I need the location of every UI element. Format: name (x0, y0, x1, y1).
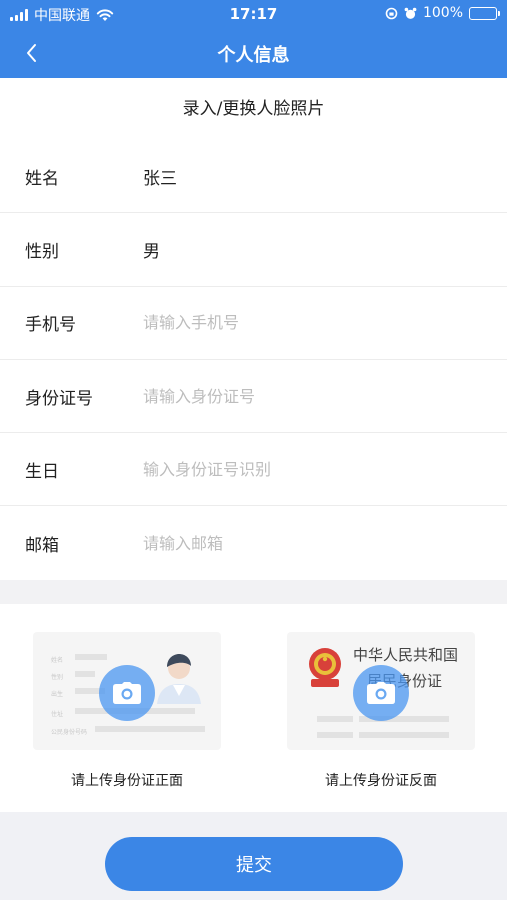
birthday-row: 生日 (0, 433, 507, 507)
front-field-label: 性别 (51, 674, 64, 681)
gender-label: 性别 (25, 241, 59, 262)
placeholder-line (317, 716, 353, 722)
phone-label: 手机号 (25, 315, 76, 336)
email-label: 邮箱 (25, 535, 59, 556)
phone-row: 手机号 (0, 287, 507, 360)
id-upload-section: 姓名 性别 出生 住址 公民身份号码 请上传身份证正面 中华人民共和国 请上传身… (0, 604, 507, 812)
status-bar: 中国联通 17:17 100% (0, 0, 507, 28)
name-value[interactable]: 张三 (143, 164, 177, 189)
email-row: 邮箱 (0, 506, 507, 579)
front-field-label: 出生 (51, 691, 64, 698)
id-number-label: 身份证号 (25, 388, 93, 409)
camera-button-back[interactable] (353, 665, 409, 721)
battery-percent: 100% (422, 5, 463, 21)
placeholder-line (95, 726, 205, 732)
submit-area: 提交 (0, 812, 507, 900)
national-emblem-icon (309, 648, 341, 687)
placeholder-line (75, 654, 107, 660)
status-right: 100% (385, 5, 500, 21)
personal-info-form: 姓名 张三 性别 男 手机号 身份证号 生日 邮箱 (0, 140, 507, 580)
name-row: 姓名 张三 (0, 140, 507, 214)
front-field-label: 公民身份号码 (51, 729, 88, 736)
id-card-back-upload[interactable]: 中华人民共和国 居民身份证 (287, 632, 475, 750)
camera-button-front[interactable] (99, 665, 155, 721)
placeholder-line (317, 732, 353, 738)
phone-input[interactable] (143, 313, 463, 333)
id-front-caption: 请上传身份证正面 (71, 773, 183, 789)
id-back-caption: 请上传身份证反面 (325, 773, 437, 789)
camera-icon (113, 682, 141, 704)
header: 中国联通 17:17 100% 个人信息 (0, 0, 507, 78)
portrait-icon (157, 654, 201, 704)
id-back-title: 中华人民共和国 (353, 646, 459, 664)
camera-icon (367, 682, 395, 704)
page-title: 个人信息 (217, 45, 290, 66)
birthday-input[interactable] (143, 459, 463, 479)
placeholder-line (359, 732, 449, 738)
birthday-label: 生日 (25, 461, 59, 482)
battery-icon (469, 6, 500, 20)
nav-bar: 个人信息 (0, 28, 507, 78)
email-input[interactable] (143, 533, 463, 553)
front-field-label: 姓名 (51, 657, 64, 664)
id-card-front-upload[interactable]: 姓名 性别 出生 住址 公民身份号码 (33, 632, 221, 750)
face-photo-button[interactable]: 录入/更换人脸照片 (0, 78, 507, 140)
name-label: 姓名 (25, 168, 59, 189)
gender-value[interactable]: 男 (143, 237, 160, 262)
submit-button[interactable]: 提交 (105, 837, 403, 891)
gender-row[interactable]: 性别 男 (0, 213, 507, 287)
alarm-icon (404, 7, 417, 19)
rotation-lock-icon (385, 7, 398, 19)
front-field-label: 住址 (51, 711, 64, 718)
face-photo-label: 录入/更换人脸照片 (182, 99, 325, 119)
placeholder-line (75, 671, 95, 677)
id-number-row: 身份证号 (0, 360, 507, 434)
id-number-input[interactable] (143, 386, 463, 406)
